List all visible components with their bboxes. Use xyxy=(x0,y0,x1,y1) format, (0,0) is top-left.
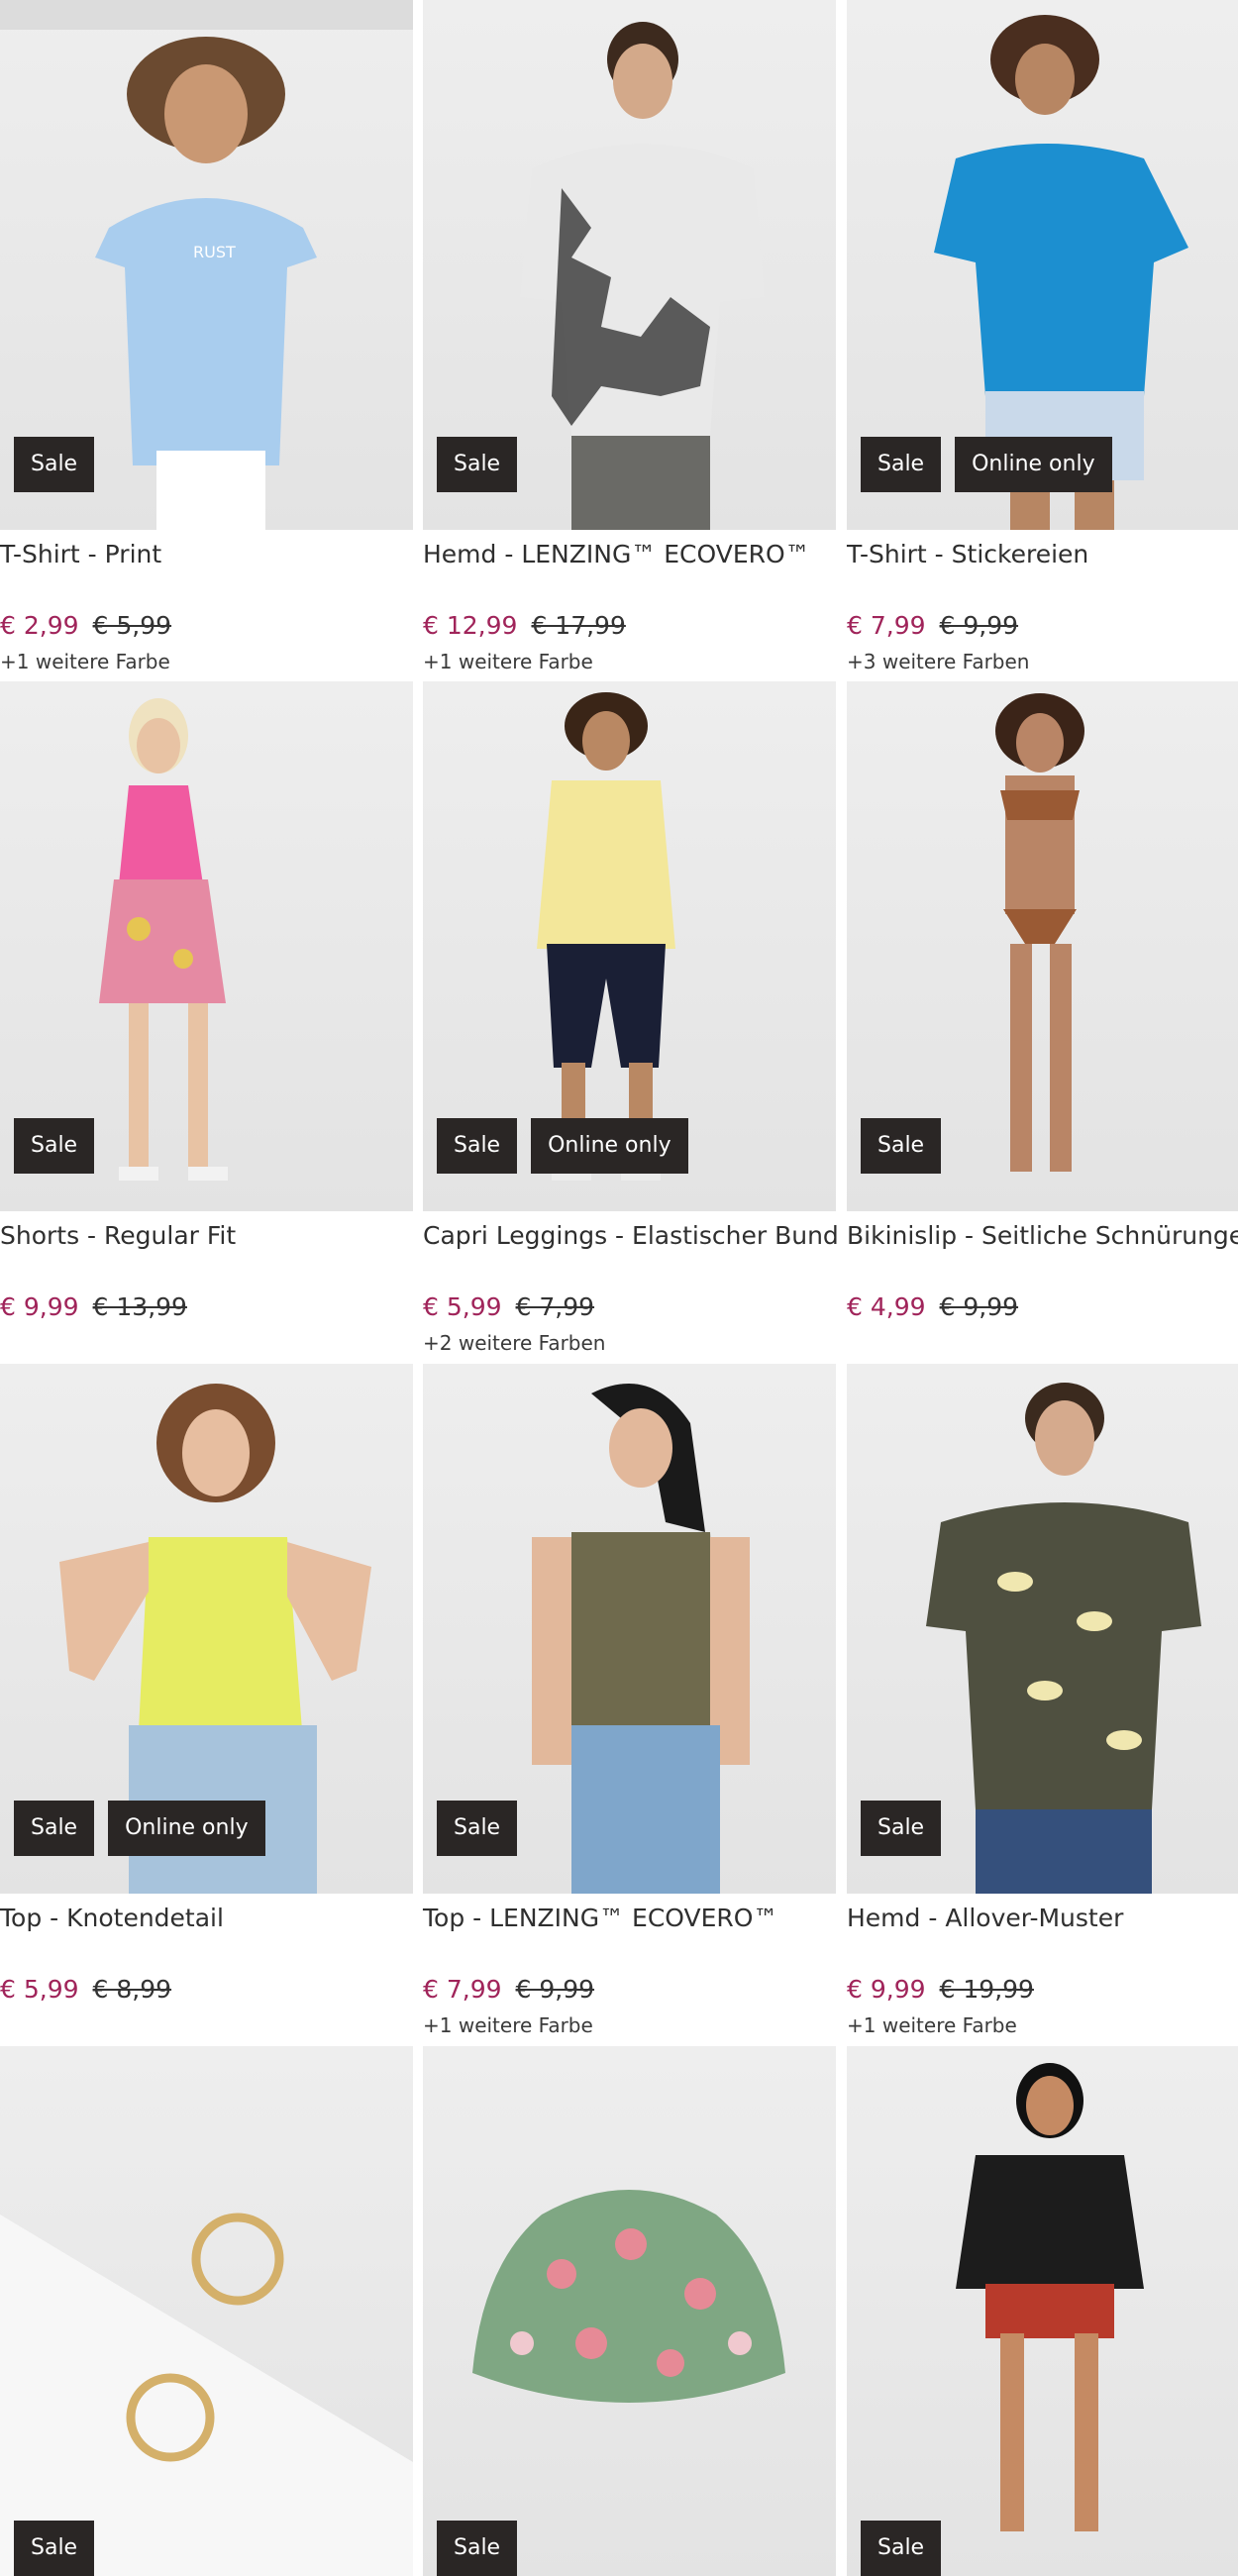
online-only-badge: Online only xyxy=(531,1118,688,1174)
sale-badge: Sale xyxy=(861,2521,942,2576)
badge-group: Sale xyxy=(861,2521,942,2576)
product-title[interactable]: Bikinislip - Seitliche Schnürungen xyxy=(847,1221,1238,1250)
sale-price: € 9,99 xyxy=(847,1975,926,2004)
sale-badge: Sale xyxy=(437,1801,518,1856)
sale-badge: Sale xyxy=(861,1801,942,1856)
price-row: € 7,99 € 9,99 xyxy=(423,1975,594,2004)
sale-badge: Sale xyxy=(861,1118,942,1174)
product-image[interactable]: Sale Online only xyxy=(423,681,836,1211)
price-row: € 9,99 € 19,99 xyxy=(847,1975,1034,2004)
sale-price: € 4,99 xyxy=(847,1292,926,1321)
sale-price: € 7,99 xyxy=(423,1975,502,2004)
more-colors-link[interactable]: +3 weitere Farben xyxy=(847,650,1029,673)
product-title[interactable]: Top - Knotendetail xyxy=(0,1904,224,1932)
product-title[interactable]: Capri Leggings - Elastischer Bund xyxy=(423,1221,839,1250)
product-image[interactable]: Sale xyxy=(847,1364,1238,1894)
more-colors-link[interactable]: +1 weitere Farbe xyxy=(423,650,593,673)
badge-group: Sale Online only xyxy=(437,1118,688,1174)
sale-price: € 2,99 xyxy=(0,611,79,640)
sale-badge: Sale xyxy=(14,1801,95,1856)
badge-group: Sale xyxy=(861,1801,942,1856)
sale-badge: Sale xyxy=(437,1118,518,1174)
badge-group: Sale Online only xyxy=(14,1801,265,1856)
product-title[interactable]: Hemd - LENZING™ ECOVERO™ xyxy=(423,540,810,568)
product-title[interactable]: Hemd - Allover-Muster xyxy=(847,1904,1123,1932)
sale-badge: Sale xyxy=(437,437,518,492)
more-colors-link[interactable]: +1 weitere Farbe xyxy=(423,2013,593,2037)
price-row: € 9,99 € 13,99 xyxy=(0,1292,187,1321)
price-row: € 5,99 € 7,99 xyxy=(423,1292,594,1321)
price-row: € 2,99 € 5,99 xyxy=(0,611,171,640)
sale-badge: Sale xyxy=(14,437,95,492)
sale-price: € 9,99 xyxy=(0,1292,79,1321)
badge-group: Sale xyxy=(861,1118,942,1174)
original-price: € 19,99 xyxy=(939,1975,1034,2004)
sale-price: € 5,99 xyxy=(0,1975,79,2004)
more-colors-link[interactable]: +1 weitere Farbe xyxy=(847,2013,1017,2037)
original-price: € 9,99 xyxy=(515,1975,595,2004)
badge-group: Sale xyxy=(14,2521,95,2576)
price-row: € 12,99 € 17,99 xyxy=(423,611,626,640)
badge-group: Sale Online only xyxy=(861,437,1112,492)
online-only-badge: Online only xyxy=(955,437,1112,492)
product-title[interactable]: T-Shirt - Print xyxy=(0,540,161,568)
original-price: € 9,99 xyxy=(939,611,1019,640)
original-price: € 9,99 xyxy=(939,1292,1019,1321)
product-image[interactable]: Sale xyxy=(0,2046,413,2576)
sale-price: € 12,99 xyxy=(423,611,518,640)
product-title[interactable]: Top - LENZING™ ECOVERO™ xyxy=(423,1904,777,1932)
product-image[interactable]: Sale xyxy=(423,2046,836,2576)
badge-group: Sale xyxy=(437,1801,518,1856)
product-image[interactable]: Sale xyxy=(423,1364,836,1894)
online-only-badge: Online only xyxy=(108,1801,265,1856)
svg-text:RUST: RUST xyxy=(193,243,236,261)
more-colors-link[interactable]: +2 weitere Farben xyxy=(423,1331,605,1355)
product-image[interactable]: Sale Online only xyxy=(0,1364,413,1894)
original-price: € 13,99 xyxy=(92,1292,187,1321)
product-image[interactable]: Sale xyxy=(847,2046,1238,2576)
product-image[interactable]: Sale xyxy=(847,681,1238,1211)
sale-badge: Sale xyxy=(861,437,942,492)
product-image[interactable]: RUST Sale xyxy=(0,0,413,530)
original-price: € 8,99 xyxy=(92,1975,172,2004)
badge-group: Sale xyxy=(437,437,518,492)
badge-group: Sale xyxy=(437,2521,518,2576)
price-row: € 7,99 € 9,99 xyxy=(847,611,1018,640)
original-price: € 5,99 xyxy=(92,611,172,640)
product-title[interactable]: Shorts - Regular Fit xyxy=(0,1221,236,1250)
price-row: € 5,99 € 8,99 xyxy=(0,1975,171,2004)
product-image[interactable]: Sale Online only xyxy=(847,0,1238,530)
sale-price: € 7,99 xyxy=(847,611,926,640)
price-row: € 4,99 € 9,99 xyxy=(847,1292,1018,1321)
badge-group: Sale xyxy=(14,437,95,492)
badge-group: Sale xyxy=(14,1118,95,1174)
original-price: € 17,99 xyxy=(531,611,626,640)
sale-badge: Sale xyxy=(437,2521,518,2576)
sale-badge: Sale xyxy=(14,2521,95,2576)
original-price: € 7,99 xyxy=(515,1292,595,1321)
sale-price: € 5,99 xyxy=(423,1292,502,1321)
product-image[interactable]: Sale xyxy=(423,0,836,530)
product-title[interactable]: T-Shirt - Stickereien xyxy=(847,540,1088,568)
sale-badge: Sale xyxy=(14,1118,95,1174)
more-colors-link[interactable]: +1 weitere Farbe xyxy=(0,650,170,673)
product-image[interactable]: Sale xyxy=(0,681,413,1211)
